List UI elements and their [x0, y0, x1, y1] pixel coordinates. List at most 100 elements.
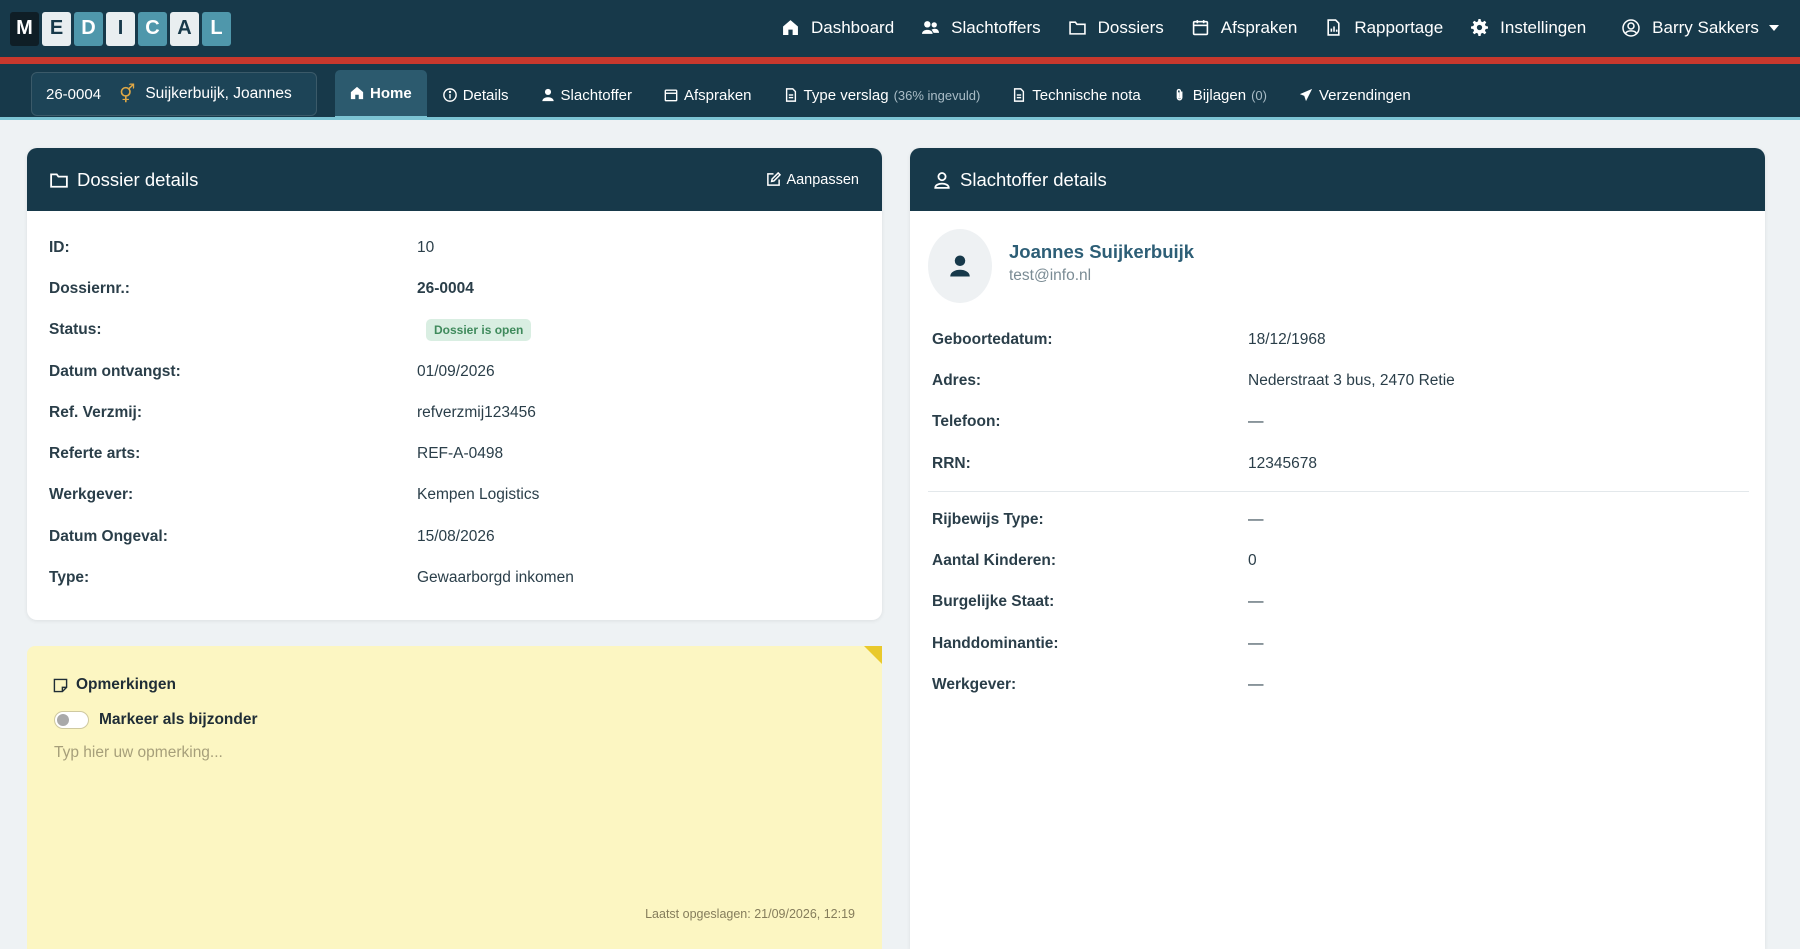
- detail-row: Aantal Kinderen: 0: [910, 540, 1765, 581]
- detail-row: Referte arts: REF-A-0498: [27, 433, 882, 474]
- sticky-note-icon: [53, 678, 68, 692]
- detail-row: RRN: 12345678: [910, 443, 1765, 484]
- detail-value: REF-A-0498: [417, 445, 504, 463]
- document-icon: [1014, 88, 1025, 102]
- folder-icon: [50, 172, 68, 188]
- gear-icon: [1471, 19, 1489, 36]
- tab-technische-nota[interactable]: Technische nota: [996, 70, 1156, 120]
- tab-type-verslag[interactable]: Type verslag (36% ingevuld): [768, 70, 997, 120]
- tab-bijlagen-count: (0): [1251, 87, 1267, 103]
- detail-label: RRN:: [932, 454, 971, 472]
- detail-row: Handdominantie: —: [910, 623, 1765, 664]
- detail-row: Datum Ongeval: 15/08/2026: [27, 516, 882, 557]
- user-menu[interactable]: Barry Sakkers: [1622, 18, 1779, 38]
- notes-title-text: Opmerkingen: [76, 676, 176, 693]
- nav-dashboard-label: Dashboard: [811, 17, 895, 37]
- detail-value: refverzmij123456: [417, 403, 536, 421]
- edit-dossier-button[interactable]: Aanpassen: [766, 172, 859, 188]
- tab-details[interactable]: Details: [427, 70, 525, 120]
- detail-value: —: [1248, 413, 1264, 431]
- nav-dossiers[interactable]: Dossiers: [1068, 18, 1164, 38]
- logo-letter: M: [10, 11, 39, 46]
- paperclip-icon: [1176, 88, 1183, 101]
- detail-label: Rijbewijs Type:: [932, 510, 1044, 528]
- detail-row: Burgelijke Staat: —: [910, 582, 1765, 623]
- detail-row: Geboortedatum: 18/12/1968: [910, 319, 1765, 360]
- nav-rapportage[interactable]: Rapportage: [1325, 18, 1443, 38]
- calendar-icon: [664, 89, 678, 102]
- victim-email: test@info.nl: [1009, 267, 1092, 284]
- tab-bijlagen[interactable]: Bijlagen (0): [1157, 70, 1283, 120]
- logo-letter: E: [42, 11, 71, 46]
- case-name: Suijkerbuijk, Joannes: [145, 85, 292, 102]
- detail-label: Telefoon:: [932, 413, 1001, 431]
- tab-afspraken[interactable]: Afspraken: [648, 70, 768, 120]
- person-icon: [950, 255, 970, 277]
- tab-verzendingen[interactable]: Verzendingen: [1283, 70, 1427, 120]
- tab-afspraken-label: Afspraken: [683, 86, 752, 104]
- nav-slachtoffers[interactable]: Slachtoffers: [922, 17, 1041, 38]
- report-icon: [1327, 19, 1340, 36]
- status-badge: Dossier is open: [426, 319, 532, 342]
- detail-row: Rijbewijs Type: —: [910, 499, 1765, 540]
- detail-value: 26-0004: [417, 279, 474, 297]
- detail-row: Datum ontvangst: 01/09/2026: [27, 351, 882, 392]
- tab-verzendingen-label: Verzendingen: [1318, 86, 1411, 104]
- victim-details-card: Slachtoffer details Joannes Suijkerbuijk…: [910, 148, 1765, 949]
- special-toggle-row: Markeer als bijzonder: [54, 711, 258, 729]
- detail-label: Adres:: [932, 371, 982, 389]
- nav-rapportage-label: Rapportage: [1354, 17, 1444, 37]
- info-icon: [442, 88, 457, 102]
- victim-identity: Joannes Suijkerbuijk test@info.nl: [1009, 241, 1194, 285]
- detail-row: Status: Dossier is open: [27, 310, 882, 351]
- user-circle-icon: [1622, 18, 1640, 37]
- dossier-details-header: Dossier details Aanpassen: [27, 148, 882, 211]
- nav-slachtoffers-label: Slachtoffers: [951, 17, 1041, 37]
- tab-slachtoffer[interactable]: Slachtoffer: [525, 70, 648, 120]
- detail-label: Status:: [49, 321, 102, 339]
- tab-type-verslag-label: Type verslag: [803, 86, 889, 104]
- victim-profile: Joannes Suijkerbuijk test@info.nl: [910, 211, 1765, 303]
- victim-details-list: Geboortedatum: 18/12/1968 Adres: Nederstra…: [910, 303, 1765, 706]
- detail-row: Werkgever: —: [910, 664, 1765, 705]
- gender-icon: ⚥: [119, 83, 136, 104]
- special-toggle[interactable]: [54, 711, 89, 729]
- notes-textarea[interactable]: [54, 744, 854, 894]
- tab-home-label: Home: [370, 84, 412, 102]
- detail-label: Ref. Verzmij:: [49, 403, 143, 421]
- tab-type-verslag-progress: (36% ingevuld): [893, 87, 981, 103]
- logo-letter: L: [202, 11, 231, 46]
- detail-value: 15/08/2026: [417, 527, 495, 545]
- dossier-details-list: ID: 10 Dossiernr.: 26-0004 Status: Dossier …: [27, 211, 882, 599]
- person-icon: [541, 88, 554, 102]
- detail-value: 12345678: [1248, 454, 1317, 472]
- users-icon: [922, 21, 940, 34]
- detail-label: Aantal Kinderen:: [932, 552, 1057, 570]
- detail-row: Ref. Verzmij: refverzmij123456: [27, 392, 882, 433]
- avatar: [928, 229, 992, 303]
- nav-dashboard[interactable]: Dashboard: [782, 18, 894, 38]
- victim-name[interactable]: Joannes Suijkerbuijk: [1009, 241, 1194, 263]
- medical-logo[interactable]: M E D I C A L: [10, 11, 231, 46]
- case-navbar: 26-0004 ⚥ Suijkerbuijk, Joannes Home Det…: [0, 64, 1800, 120]
- logo-letter: C: [138, 11, 167, 46]
- tab-bijlagen-label: Bijlagen: [1192, 86, 1247, 104]
- nav-instellingen[interactable]: Instellingen: [1471, 18, 1586, 38]
- detail-value: Nederstraat 3 bus, 2470 Retie: [1248, 371, 1455, 389]
- tab-home[interactable]: Home: [335, 70, 427, 120]
- user-name: Barry Sakkers: [1652, 17, 1759, 37]
- detail-value: —: [1248, 593, 1264, 611]
- nav-instellingen-label: Instellingen: [1500, 17, 1587, 37]
- case-number: 26-0004: [46, 85, 102, 103]
- detail-row: Werkgever: Kempen Logistics: [27, 475, 882, 516]
- detail-row: Telefoon: —: [910, 402, 1765, 443]
- case-badge: 26-0004 ⚥ Suijkerbuijk, Joannes: [31, 72, 317, 116]
- nav-afspraken[interactable]: Afspraken: [1192, 18, 1297, 38]
- detail-label: Datum ontvangst:: [49, 362, 181, 380]
- detail-label: Burgelijke Staat:: [932, 593, 1055, 611]
- calendar-icon: [1192, 20, 1208, 36]
- detail-value: Gewaarborgd inkomen: [417, 569, 574, 587]
- detail-row: Type: Gewaarborgd inkomen: [27, 557, 882, 598]
- detail-label: Datum Ongeval:: [49, 527, 168, 545]
- home-icon: [783, 20, 798, 35]
